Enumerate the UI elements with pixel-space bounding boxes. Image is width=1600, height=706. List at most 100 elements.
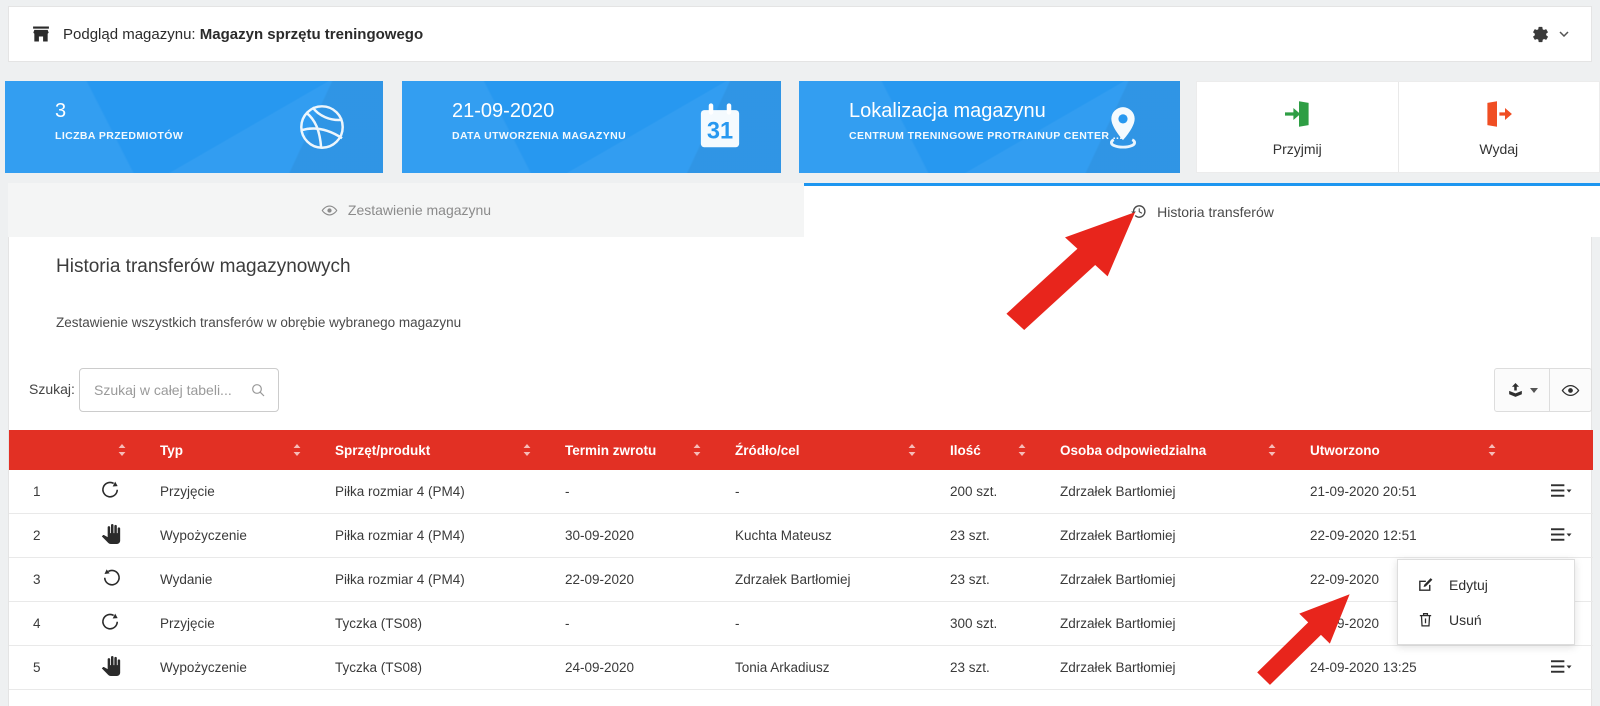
action-button-label: Przyjmij — [1273, 141, 1322, 157]
tab-bar: Zestawienie magazynu Historia transferów — [8, 183, 1600, 237]
sort-icon[interactable] — [1488, 444, 1496, 456]
column-header-0[interactable] — [9, 430, 61, 470]
column-header-termin-zwrotu[interactable]: Termin zwrotu — [541, 430, 711, 470]
table-row: 5WypożyczenieTyczka (TS08)24-09-2020Toni… — [9, 646, 1593, 690]
settings-control[interactable] — [1531, 25, 1569, 44]
history-icon — [1130, 203, 1147, 220]
sort-icon[interactable] — [1018, 444, 1026, 456]
transfer-history-table: Typ Sprzęt/produkt Termin zwrotu Źródło/cel… — [9, 430, 1593, 690]
receive-button[interactable]: Przyjmij — [1197, 82, 1399, 172]
column-header-ilo-[interactable]: Ilość — [926, 430, 1036, 470]
table-row: 4PrzyjęcieTyczka (TS08)--300 szt.Zdrzałe… — [9, 602, 1593, 646]
sort-icon[interactable] — [693, 444, 701, 456]
row-actions-cell[interactable] — [1506, 470, 1593, 514]
row-actions-cell[interactable] — [1506, 646, 1593, 690]
row-menu-icon[interactable] — [1551, 530, 1572, 545]
row-actions-cell[interactable] — [1506, 514, 1593, 558]
cell-source: Kuchta Mateusz — [711, 514, 926, 558]
table-row: 2WypożyczeniePiłka rozmiar 4 (PM4)30-09-… — [9, 514, 1593, 558]
door-enter-icon — [1281, 98, 1313, 130]
location-pin-icon — [1100, 104, 1146, 150]
table-row: 3WydaniePiłka rozmiar 4 (PM4)22-09-2020Z… — [9, 558, 1593, 602]
tab-zestawienie-magazynu[interactable]: Zestawienie magazynu — [8, 183, 804, 237]
door-exit-icon — [1483, 98, 1515, 130]
cell-created: 24-09-2020 13:25 — [1286, 646, 1506, 690]
row-number: 1 — [9, 470, 61, 514]
column-header-label: Typ — [160, 443, 183, 458]
cell-product: Piłka rozmiar 4 (PM4) — [311, 470, 541, 514]
storefront-icon — [31, 24, 51, 44]
column-header-utworzono[interactable]: Utworzono — [1286, 430, 1506, 470]
table-row: 1PrzyjęciePiłka rozmiar 4 (PM4)--200 szt… — [9, 470, 1593, 514]
cell-person: Zdrzałek Bartłomiej — [1036, 470, 1286, 514]
topbar: Podgląd magazynu: Magazyn sprzętu trenin… — [8, 6, 1592, 62]
card-created-date: 21-09-2020DATA UTWORZENIA MAGAZYNU31 — [402, 81, 781, 173]
search-label: Szukaj: — [29, 381, 75, 397]
row-menu-icon[interactable] — [1551, 486, 1572, 501]
row-context-menu: EdytujUsuń — [1397, 559, 1575, 645]
cell-return-date: 22-09-2020 — [541, 558, 711, 602]
search-input[interactable] — [80, 382, 250, 398]
row-menu-icon[interactable] — [1551, 662, 1572, 677]
column-header-typ[interactable]: Typ — [136, 430, 311, 470]
trash-icon — [1417, 611, 1434, 628]
column-visibility-button[interactable] — [1550, 369, 1591, 411]
row-number: 5 — [9, 646, 61, 690]
chevron-down-icon[interactable] — [1559, 31, 1569, 37]
svg-text:31: 31 — [707, 119, 733, 145]
incoming-arrow-icon — [101, 620, 121, 635]
transfer-type-cell — [61, 558, 136, 602]
column-header-9[interactable] — [1506, 430, 1593, 470]
column-header-label: Utworzono — [1310, 443, 1380, 458]
column-header--r-d-o-cel[interactable]: Źródło/cel — [711, 430, 926, 470]
export-button[interactable] — [1495, 369, 1550, 411]
column-header-label: Sprzęt/produkt — [335, 443, 430, 458]
calendar-icon: 31 — [693, 100, 747, 154]
incoming-arrow-icon — [101, 488, 121, 503]
cell-product: Piłka rozmiar 4 (PM4) — [311, 514, 541, 558]
undo-arrow-icon — [101, 576, 121, 591]
sort-icon[interactable] — [118, 444, 126, 456]
warehouse-actions: Przyjmij Wydaj — [1196, 81, 1600, 173]
edit-menu-item[interactable]: Edytuj — [1398, 567, 1574, 602]
column-header-label: Ilość — [950, 443, 981, 458]
gear-icon[interactable] — [1531, 25, 1550, 44]
tab-label: Zestawienie magazynu — [348, 202, 491, 218]
cell-product: Piłka rozmiar 4 (PM4) — [311, 558, 541, 602]
cell-person: Zdrzałek Bartłomiej — [1036, 514, 1286, 558]
cell-person: Zdrzałek Bartłomiej — [1036, 646, 1286, 690]
issue-button[interactable]: Wydaj — [1399, 82, 1600, 172]
cell-person: Zdrzałek Bartłomiej — [1036, 558, 1286, 602]
cell-product: Tyczka (TS08) — [311, 646, 541, 690]
hand-icon — [101, 664, 121, 679]
column-header-label: Osoba odpowiedzialna — [1060, 443, 1206, 458]
cell-created: 22-09-2020 12:51 — [1286, 514, 1506, 558]
section-subtitle: Zestawienie wszystkich transferów w obrę… — [56, 315, 461, 330]
column-header-sprz-t-produkt[interactable]: Sprzęt/produkt — [311, 430, 541, 470]
transfer-type-cell — [61, 514, 136, 558]
edit-icon — [1417, 576, 1434, 593]
cell-type: Wydanie — [136, 558, 311, 602]
sort-icon[interactable] — [523, 444, 531, 456]
export-icon — [1506, 381, 1525, 400]
cell-return-date: 30-09-2020 — [541, 514, 711, 558]
cell-type: Przyjęcie — [136, 470, 311, 514]
tab-historia-transferow[interactable]: Historia transferów — [804, 183, 1600, 237]
delete-menu-item[interactable]: Usuń — [1398, 602, 1574, 637]
cell-return-date: - — [541, 602, 711, 646]
cell-return-date: 24-09-2020 — [541, 646, 711, 690]
search-box — [79, 368, 279, 412]
warehouse-preview-page: Podgląd magazynu: Magazyn sprzętu trenin… — [0, 0, 1600, 706]
sort-icon[interactable] — [1268, 444, 1276, 456]
sort-icon[interactable] — [293, 444, 301, 456]
action-button-label: Wydaj — [1479, 141, 1518, 157]
column-header-label: Źródło/cel — [735, 443, 800, 458]
cell-quantity: 300 szt. — [926, 602, 1036, 646]
warehouse-name: Magazyn sprzętu treningowego — [200, 26, 423, 43]
tab-label: Historia transferów — [1157, 204, 1274, 220]
cell-source: - — [711, 470, 926, 514]
column-header-1[interactable] — [61, 430, 136, 470]
column-header-osoba-odpowiedzialna[interactable]: Osoba odpowiedzialna — [1036, 430, 1286, 470]
cell-quantity: 23 szt. — [926, 646, 1036, 690]
sort-icon[interactable] — [908, 444, 916, 456]
